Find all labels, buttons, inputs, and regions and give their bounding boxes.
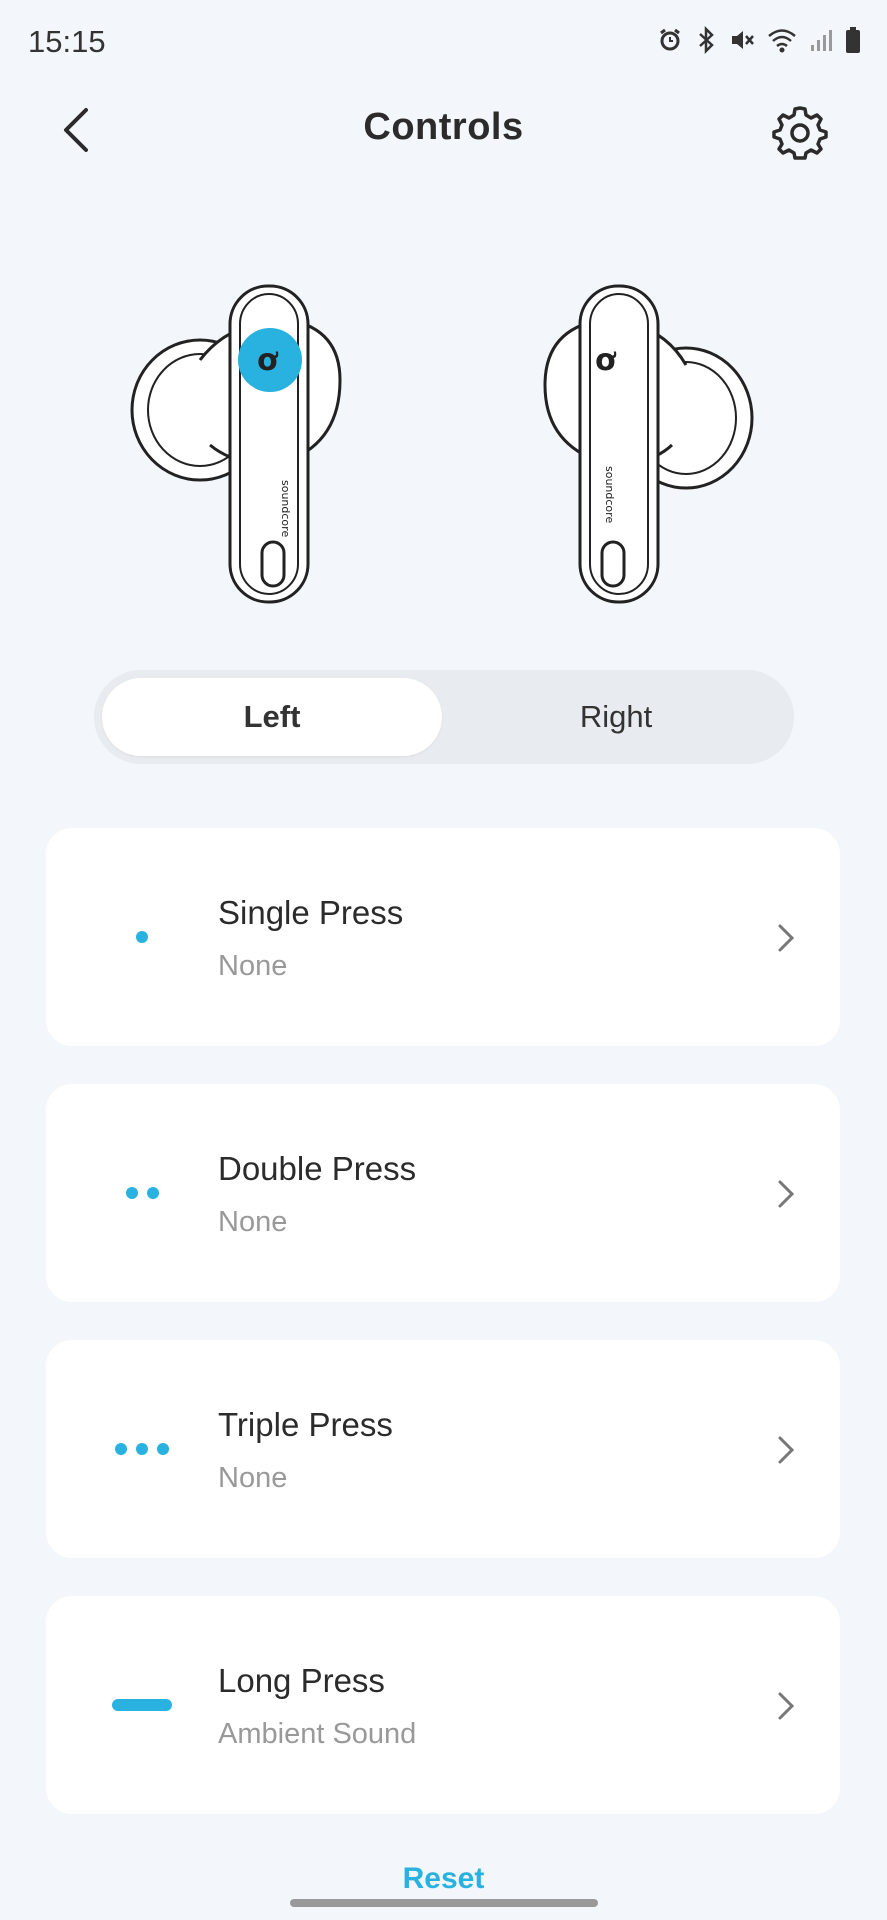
battery-icon	[845, 26, 861, 54]
reset-button[interactable]: Reset	[0, 1862, 887, 1890]
top-bar: Controls	[0, 84, 887, 174]
right-earbud-image[interactable]: soundcore ơ	[543, 284, 754, 604]
home-indicator[interactable]	[290, 1899, 598, 1907]
left-earbud-image[interactable]: soundcore ơ	[130, 284, 342, 604]
control-single-press[interactable]: Single Press None	[46, 828, 840, 1046]
chevron-right-icon	[778, 1692, 795, 1720]
control-title: Triple Press	[218, 1406, 393, 1443]
double-dot-icon	[102, 1178, 182, 1208]
svg-text:soundcore: soundcore	[603, 466, 616, 523]
mute-icon	[729, 27, 755, 53]
triple-dot-icon	[102, 1434, 182, 1464]
earbud-selector: Left Right	[94, 670, 794, 764]
tab-right[interactable]: Right	[446, 678, 786, 756]
status-time: 15:15	[28, 24, 106, 59]
long-dash-icon	[102, 1690, 182, 1720]
wifi-icon	[767, 27, 797, 53]
earbuds-illustration: soundcore ơ soundcore ơ	[0, 270, 887, 620]
single-dot-icon	[102, 922, 182, 952]
control-title: Single Press	[218, 894, 404, 931]
control-value: Ambient Sound	[218, 1718, 417, 1750]
gear-icon	[772, 106, 828, 160]
control-title: Double Press	[218, 1150, 417, 1187]
status-icons	[657, 26, 861, 54]
status-bar: 15:15	[0, 0, 887, 84]
svg-text:soundcore: soundcore	[279, 480, 292, 537]
controls-list: Single Press None Double Press None Trip…	[46, 828, 840, 1852]
settings-button[interactable]	[771, 102, 829, 160]
page-title: Controls	[363, 106, 524, 148]
bluetooth-icon	[695, 26, 717, 54]
alarm-icon	[657, 27, 683, 53]
control-value: None	[218, 1206, 288, 1238]
control-double-press[interactable]: Double Press None	[46, 1084, 840, 1302]
signal-icon	[809, 27, 833, 53]
chevron-right-icon	[778, 1180, 795, 1208]
control-title: Long Press	[218, 1662, 385, 1699]
control-triple-press[interactable]: Triple Press None	[46, 1340, 840, 1558]
chevron-right-icon	[778, 924, 795, 952]
control-long-press[interactable]: Long Press Ambient Sound	[46, 1596, 840, 1814]
control-value: None	[218, 1462, 288, 1494]
tab-left[interactable]: Left	[102, 678, 442, 756]
control-value: None	[218, 950, 288, 982]
svg-text:ơ: ơ	[257, 343, 279, 378]
chevron-right-icon	[778, 1436, 795, 1464]
svg-text:ơ: ơ	[595, 343, 617, 378]
